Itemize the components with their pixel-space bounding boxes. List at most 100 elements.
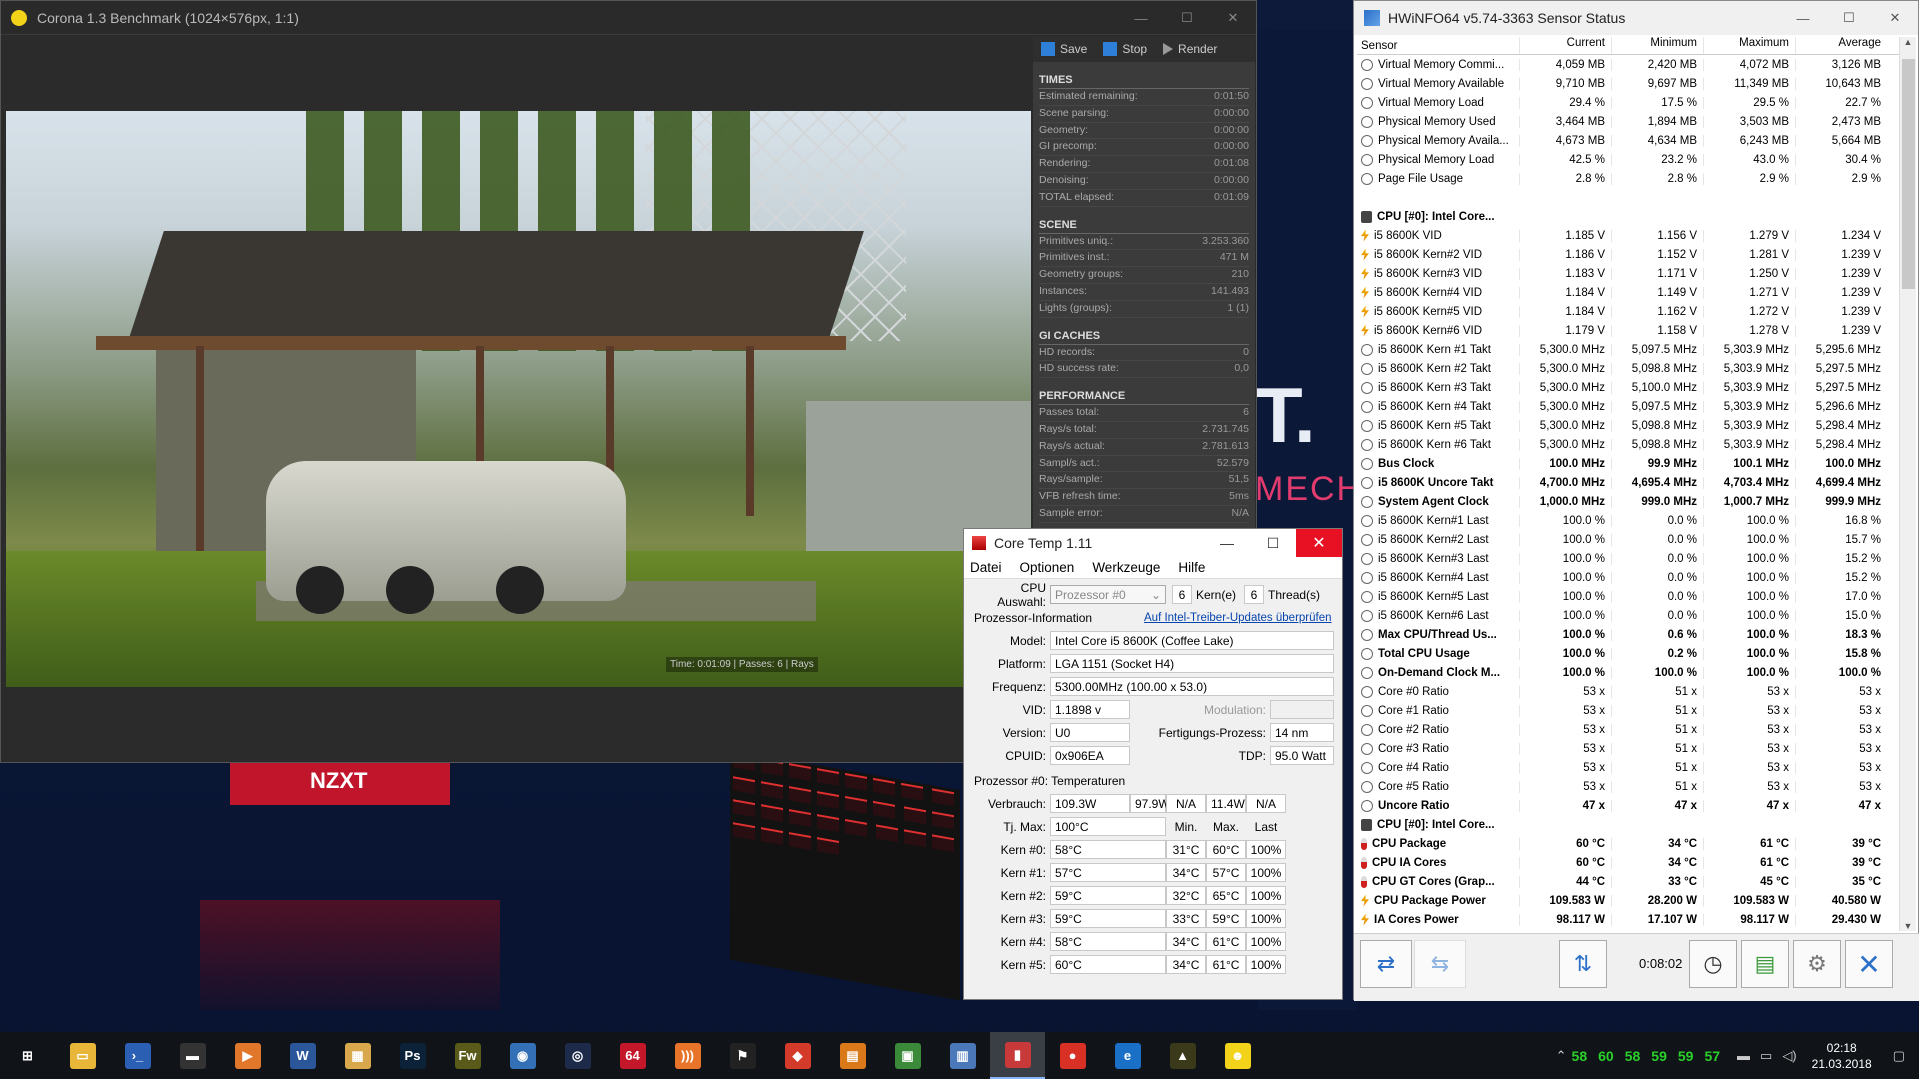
network-button[interactable]: ⇅ — [1559, 940, 1607, 988]
speaker-icon[interactable]: ◁) — [1782, 1048, 1796, 1064]
sensor-row[interactable]: i5 8600K Kern #3 Takt 5,300.0 MHz 5,100.0 … — [1357, 378, 1902, 397]
edge-icon[interactable]: e — [1100, 1032, 1155, 1079]
sensor-row[interactable]: i5 8600K Kern#4 VID 1.184 V 1.149 V 1.271 V… — [1357, 283, 1902, 302]
sensor-row[interactable]: i5 8600K Kern#5 VID 1.184 V 1.162 V 1.272 V… — [1357, 302, 1902, 321]
fireworks-icon[interactable]: Fw — [440, 1032, 495, 1079]
sensor-row[interactable]: IA Cores Power 98.117 W 17.107 W 98.117 W 29… — [1357, 910, 1902, 929]
core-temps-tray[interactable]: 58 60 58 59 59 57 — [1572, 1048, 1720, 1064]
collapse-button[interactable]: ⇆ — [1414, 940, 1466, 988]
sensor-row[interactable]: Bus Clock 100.0 MHz 99.9 MHz 100.1 MHz 100.0… — [1357, 454, 1902, 473]
monitor-icon[interactable]: ▣ — [880, 1032, 935, 1079]
maximize-button[interactable]: ☐ — [1826, 1, 1872, 35]
corona-taskbar-icon[interactable]: ☻ — [1210, 1032, 1265, 1079]
word-icon[interactable]: W — [275, 1032, 330, 1079]
minimize-button[interactable]: — — [1204, 529, 1250, 557]
sensor-row[interactable]: i5 8600K Kern#2 Last 100.0 % 0.0 % 100.0 % 1… — [1357, 530, 1902, 549]
sensor-row[interactable]: i5 8600K Uncore Takt 4,700.0 MHz 4,695.4 M… — [1357, 473, 1902, 492]
render-viewport[interactable]: Time: 0:01:09 | Passes: 6 | Rays — [6, 111, 1031, 687]
sensor-row[interactable]: Core #5 Ratio 53 x 51 x 53 x 53 x — [1357, 777, 1902, 796]
sensor-row[interactable]: i5 8600K Kern#5 Last 100.0 % 0.0 % 100.0 % 1… — [1357, 587, 1902, 606]
sensor-row[interactable]: Core #2 Ratio 53 x 51 x 53 x 53 x — [1357, 720, 1902, 739]
sensor-row[interactable]: System Agent Clock 1,000.0 MHz 999.0 MHz 1,… — [1357, 492, 1902, 511]
tool-icon[interactable]: ◆ — [770, 1032, 825, 1079]
sensor-row[interactable]: CPU GT Cores (Grap... 44 °C 33 °C 45 °C 35 °… — [1357, 872, 1902, 891]
sensor-row[interactable]: CPU IA Cores 60 °C 34 °C 61 °C 39 °C — [1357, 853, 1902, 872]
close-sensors-button[interactable]: ✕ — [1845, 940, 1893, 988]
sensor-row[interactable]: Virtual Memory Load 29.4 % 17.5 % 29.5 % 22.… — [1357, 93, 1902, 112]
column-header[interactable]: Minimum — [1611, 37, 1703, 54]
terminal-icon[interactable]: ▬ — [165, 1032, 220, 1079]
maximize-button[interactable]: ☐ — [1164, 1, 1210, 35]
column-header[interactable]: Average — [1795, 37, 1887, 54]
menu-optionen[interactable]: Optionen — [1020, 560, 1075, 575]
sensor-row[interactable]: i5 8600K Kern #2 Takt 5,300.0 MHz 5,098.8 … — [1357, 359, 1902, 378]
sensor-row[interactable]: Virtual Memory Available 9,710 MB 9,697 MB… — [1357, 74, 1902, 93]
sensor-row[interactable]: i5 8600K VID 1.185 V 1.156 V 1.279 V 1.234 V — [1357, 226, 1902, 245]
scrollbar-thumb[interactable] — [1902, 59, 1915, 289]
sensor-row[interactable]: On-Demand Clock M... 100.0 % 100.0 % 100.0 … — [1357, 663, 1902, 682]
sensor-row[interactable]: i5 8600K Kern#2 VID 1.186 V 1.152 V 1.281 V… — [1357, 245, 1902, 264]
media-player-icon[interactable]: ▶ — [220, 1032, 275, 1079]
sensor-row[interactable]: i5 8600K Kern #1 Takt 5,300.0 MHz 5,097.5 … — [1357, 340, 1902, 359]
sensor-group-row[interactable]: CPU [#0]: Intel Core... — [1357, 815, 1902, 834]
sensor-row[interactable]: CPU Package Power 109.583 W 28.200 W 109.58… — [1357, 891, 1902, 910]
sensor-row[interactable]: i5 8600K Kern #4 Takt 5,300.0 MHz 5,097.5 … — [1357, 397, 1902, 416]
sensor-row[interactable]: i5 8600K Kern#4 Last 100.0 % 0.0 % 100.0 % 1… — [1357, 568, 1902, 587]
menu-datei[interactable]: Datei — [970, 560, 1002, 575]
clock[interactable]: 02:18 21.03.2018 — [1812, 1040, 1872, 1072]
menu-hilfe[interactable]: Hilfe — [1178, 560, 1205, 575]
network-tray-icon[interactable]: ▬ — [1737, 1048, 1750, 1063]
cpuz-icon[interactable]: ▤ — [825, 1032, 880, 1079]
vector-icon[interactable]: ▲ — [1155, 1032, 1210, 1079]
minimize-button[interactable]: — — [1780, 1, 1826, 35]
sensor-row[interactable]: Page File Usage 2.8 % 2.8 % 2.9 % 2.9 % — [1357, 169, 1902, 188]
close-button[interactable]: ✕ — [1210, 1, 1256, 35]
scroll-down-icon[interactable]: ▼ — [1900, 921, 1916, 931]
clock-button[interactable]: ◷ — [1689, 940, 1737, 988]
save-button[interactable]: Save — [1033, 36, 1095, 62]
sensor-row[interactable]: Max CPU/Thread Us... 100.0 % 0.6 % 100.0 % 1… — [1357, 625, 1902, 644]
sensor-row[interactable]: Physical Memory Used 3,464 MB 1,894 MB 3,50… — [1357, 112, 1902, 131]
corsair-icon[interactable]: ⚑ — [715, 1032, 770, 1079]
hwinfo-titlebar[interactable]: HWiNFO64 v5.74-3363 Sensor Status — ☐ ✕ — [1354, 1, 1918, 35]
menu-werkzeuge[interactable]: Werkzeuge — [1092, 560, 1160, 575]
scroll-up-icon[interactable]: ▲ — [1900, 37, 1916, 47]
sensor-row[interactable]: i5 8600K Kern#1 Last 100.0 % 0.0 % 100.0 % 1… — [1357, 511, 1902, 530]
app-icon[interactable]: ▦ — [330, 1032, 385, 1079]
monitor-tray-icon[interactable]: ▭ — [1760, 1048, 1772, 1064]
sensor-row[interactable]: Core #4 Ratio 53 x 51 x 53 x 53 x — [1357, 758, 1902, 777]
chrome-icon[interactable]: ● — [1045, 1032, 1100, 1079]
close-button[interactable]: ✕ — [1872, 1, 1918, 35]
sensor-row[interactable]: i5 8600K Kern#6 Last 100.0 % 0.0 % 100.0 % 1… — [1357, 606, 1902, 625]
rss-icon[interactable]: ))) — [660, 1032, 715, 1079]
sensor-row[interactable]: i5 8600K Kern#3 Last 100.0 % 0.0 % 100.0 % 1… — [1357, 549, 1902, 568]
sensor-row[interactable]: i5 8600K Kern #5 Takt 5,300.0 MHz 5,098.8 … — [1357, 416, 1902, 435]
sensor-row[interactable] — [1357, 188, 1902, 207]
sensor-row[interactable]: Physical Memory Availa... 4,673 MB 4,634 M… — [1357, 131, 1902, 150]
cinema4d-icon[interactable]: ◎ — [550, 1032, 605, 1079]
aida64-icon[interactable]: 64 — [605, 1032, 660, 1079]
column-header[interactable]: Sensor — [1357, 37, 1519, 54]
sensor-row[interactable]: Core #1 Ratio 53 x 51 x 53 x 53 x — [1357, 701, 1902, 720]
log-button[interactable]: ▤ — [1741, 940, 1789, 988]
nav-left-right-button[interactable]: ⇄ — [1360, 940, 1412, 988]
sensor-row[interactable]: Virtual Memory Commi... 4,059 MB 2,420 MB 4… — [1357, 55, 1902, 74]
sensor-row[interactable]: Core #3 Ratio 53 x 51 x 53 x 53 x — [1357, 739, 1902, 758]
close-button[interactable]: ✕ — [1296, 529, 1342, 557]
sensor-row[interactable]: CPU Package 60 °C 34 °C 61 °C 39 °C — [1357, 834, 1902, 853]
photoshop-icon[interactable]: Ps — [385, 1032, 440, 1079]
network-icon[interactable]: ◉ — [495, 1032, 550, 1079]
sensor-row[interactable]: i5 8600K Kern#6 VID 1.179 V 1.158 V 1.278 V… — [1357, 321, 1902, 340]
notification-icon[interactable]: ▢ — [1893, 1048, 1905, 1064]
column-header[interactable]: Current — [1519, 37, 1611, 54]
corona-titlebar[interactable]: Corona 1.3 Benchmark (1024×576px, 1:1) —… — [1, 1, 1256, 35]
scrollbar[interactable]: ▲ ▼ — [1899, 37, 1916, 931]
minimize-button[interactable]: — — [1118, 1, 1164, 35]
sensor-row[interactable]: Core #0 Ratio 53 x 51 x 53 x 53 x — [1357, 682, 1902, 701]
cpu-select[interactable]: Prozessor #0 ⌄ — [1050, 585, 1166, 604]
start-button[interactable]: ⊞ — [0, 1032, 55, 1079]
coretemp-titlebar[interactable]: Core Temp 1.11 — ☐ ✕ — [964, 529, 1342, 557]
chevron-up-icon[interactable]: ⌃ — [1556, 1048, 1567, 1064]
column-header[interactable]: Maximum — [1703, 37, 1795, 54]
driver-update-link[interactable]: Auf Intel-Treiber-Updates überprüfen — [1144, 612, 1332, 624]
